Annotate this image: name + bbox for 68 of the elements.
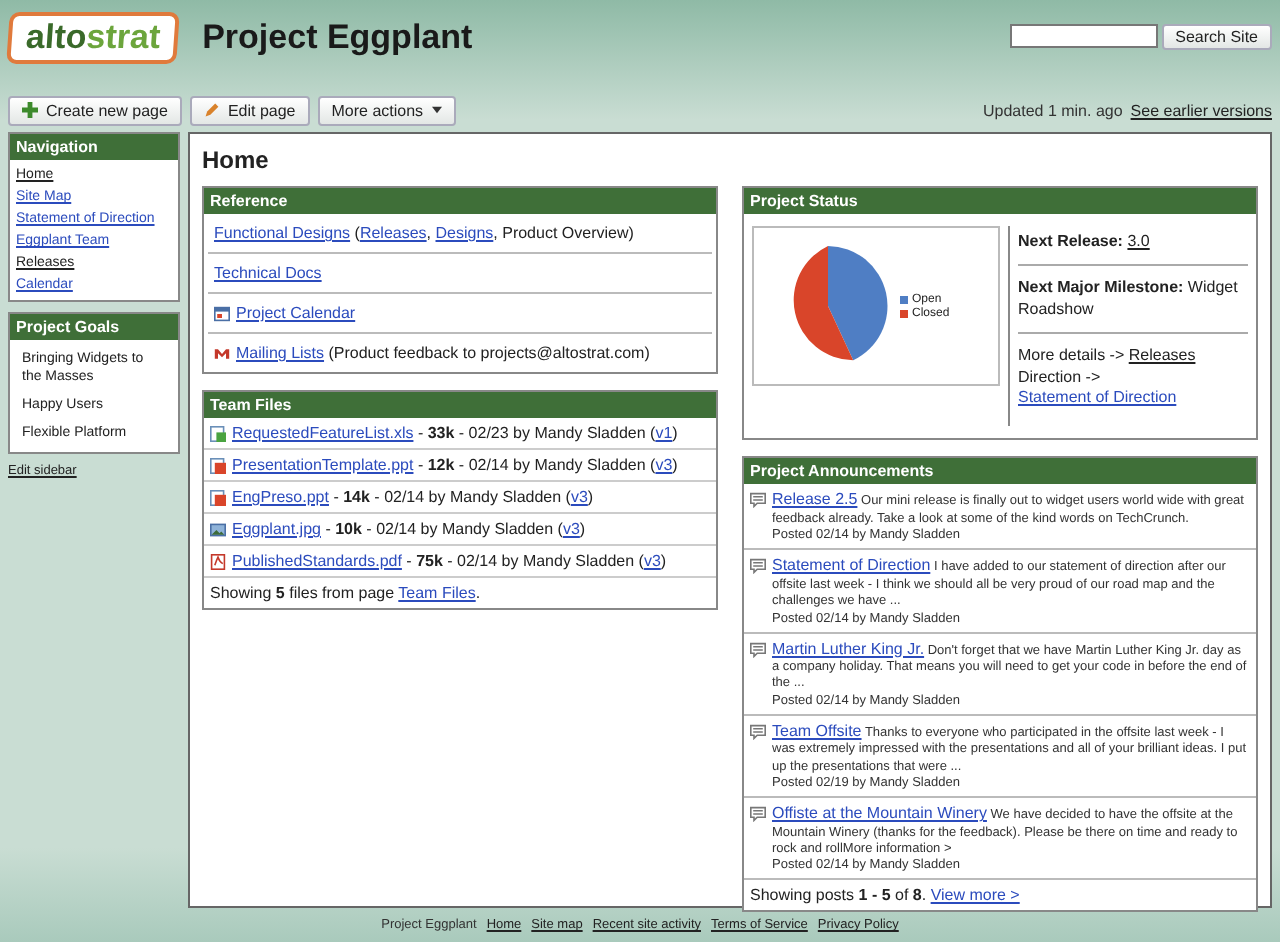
release-link[interactable]: 3.0 [1127, 232, 1150, 250]
link[interactable]: Releases [1128, 346, 1196, 365]
version-link[interactable]: v3 [655, 456, 673, 474]
panel-title: Navigation [10, 134, 178, 160]
mail-icon [214, 345, 230, 361]
create-page-button[interactable]: Create new page [8, 95, 182, 125]
link[interactable]: Statement of Direction [1018, 387, 1177, 406]
link[interactable]: Designs [435, 224, 494, 242]
panel-title: Team Files [204, 392, 716, 418]
files-summary: Showing 5 files from page Team Files. [210, 584, 481, 602]
announcement-link[interactable]: Statement of Direction [772, 556, 931, 575]
link[interactable]: Releases [359, 224, 427, 242]
history-link[interactable]: See earlier versions [1130, 101, 1272, 119]
file-entry: EngPreso.ppt - 14k - 02/14 by Mandy Sladden (v3) [232, 488, 594, 506]
panel-title: Project Status [744, 188, 1256, 214]
panel-title: Reference [204, 188, 716, 214]
version-link[interactable]: v3 [643, 552, 661, 570]
reference-entry: Functional Designs (Releases, Designs, Product Overview) [214, 224, 634, 242]
comment-icon [750, 641, 766, 658]
pdf-icon [210, 553, 226, 569]
image-icon [210, 521, 226, 537]
caret-icon [431, 106, 442, 114]
file-entry: Eggplant.jpg - 10k - 02/14 by Mandy Sladden (v3) [232, 520, 586, 538]
spreadsheet-icon [210, 425, 226, 441]
file-entry: RequestedFeatureList.xls - 33k - 02/23 by Mandy Sladden (v1) [232, 424, 678, 442]
file-link[interactable]: RequestedFeatureList.xls [232, 424, 414, 442]
link[interactable]: Project Calendar [236, 304, 356, 322]
announcement-link[interactable]: Martin Luther King Jr. [772, 639, 925, 658]
milestone-text: Next Major Milestone: Widget Roadshow [1018, 278, 1238, 318]
panel-title: Project Announcements [744, 458, 1256, 485]
calendar-icon [214, 305, 230, 321]
edit-page-button[interactable]: Edit page [189, 95, 310, 125]
comment-icon [750, 558, 766, 575]
reference-entry: Mailing Lists (Product feedback to projects@altostrat.com) [236, 344, 650, 362]
plus-icon [22, 102, 38, 118]
search-field[interactable] [1009, 24, 1158, 48]
page-title: Home [202, 146, 271, 174]
next-release-text: Next Release: 3.0 [1018, 232, 1150, 250]
panel-title: Project Goals [10, 314, 178, 340]
search-button[interactable]: Search Site [1161, 24, 1272, 50]
file-entry: PublishedStandards.pdf - 75k - 02/14 by Mandy Sladden (v3) [232, 552, 667, 570]
team-files-link[interactable]: Team Files [398, 584, 476, 602]
version-link[interactable]: v1 [655, 424, 673, 442]
version-link[interactable]: v3 [570, 488, 588, 506]
file-link[interactable]: PresentationTemplate.ppt [232, 456, 414, 474]
version-link[interactable]: v3 [562, 520, 580, 538]
announcement-link[interactable]: Offiste at the Mountain Winery [772, 804, 987, 823]
comment-icon [750, 492, 766, 509]
file-link[interactable]: EngPreso.ppt [232, 488, 329, 506]
file-link[interactable]: PublishedStandards.pdf [232, 552, 402, 570]
more-actions-button[interactable]: More actions [317, 95, 456, 125]
details-text: More details -> Releases [1018, 346, 1198, 368]
pencil-icon [203, 102, 220, 118]
posts-summary: Showing posts 1 - 5 of 8. View more > [750, 886, 1020, 905]
logo[interactable]: altostrat [6, 12, 180, 64]
site-title: Project Eggplant [202, 18, 473, 58]
file-entry: PresentationTemplate.ppt - 12k - 02/14 by Mandy Sladden (v3) [232, 456, 678, 474]
link[interactable]: Mailing Lists [236, 344, 325, 362]
comment-icon [750, 806, 766, 823]
details-text: Direction -> Statement of Direction [1018, 367, 1179, 409]
announcement-link[interactable]: Release 2.5 [772, 490, 858, 509]
link[interactable]: Functional Designs [214, 224, 351, 242]
link[interactable]: Technical Docs [214, 264, 322, 282]
file-link[interactable]: Eggplant.jpg [232, 520, 321, 538]
view-more-link[interactable]: View more > [930, 886, 1020, 905]
announcement-link[interactable]: Team Offsite [772, 721, 862, 740]
comment-icon [750, 723, 766, 740]
updated-text: Updated 1 min. ago [982, 101, 1123, 119]
